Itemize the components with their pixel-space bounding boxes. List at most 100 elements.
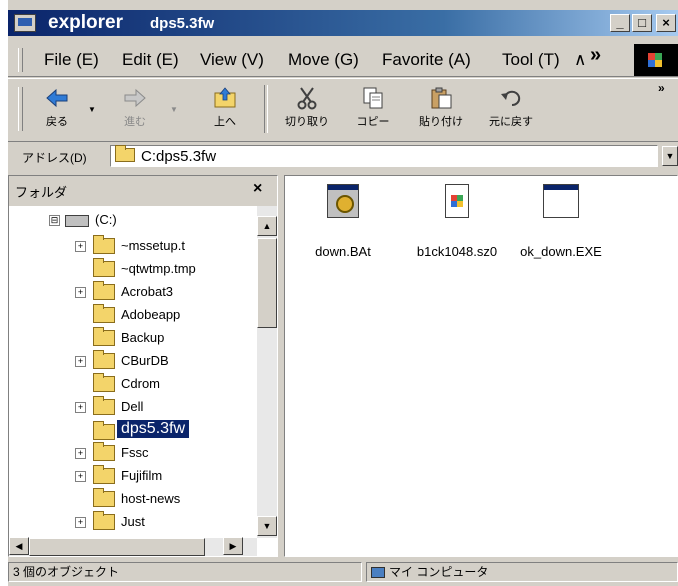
tree-node-fssc[interactable]: + Fssc [9, 442, 257, 465]
scroll-left-button[interactable]: ◀ [9, 537, 29, 555]
forward-dropdown-icon[interactable]: ▼ [170, 105, 178, 114]
undo-icon [501, 90, 521, 106]
file-name: down.BAt [315, 244, 371, 259]
tree-node-label: Backup [121, 330, 165, 345]
tree-node-acrobat3[interactable]: + Acrobat3 [9, 281, 257, 304]
menu-favorite[interactable]: Favorite (A) [382, 50, 471, 70]
tree-node-label: Fujifilm [121, 468, 163, 483]
file-item-ok-down-exe[interactable]: ok_down.EXE [511, 184, 611, 259]
folder-tree-vertical-scrollbar[interactable]: ▲ ▼ [257, 206, 277, 538]
folder-icon [93, 258, 115, 277]
back-button[interactable]: 戻る [30, 83, 84, 135]
paste-button[interactable]: 貼り付け [414, 83, 468, 135]
tree-node-mssetup[interactable]: + ~mssetup.t [9, 235, 257, 258]
menu-more-chevron-icon[interactable]: » [590, 44, 601, 67]
open-folder-icon [93, 421, 115, 440]
folder-pane-close-button[interactable]: × [253, 180, 262, 198]
tree-expander[interactable]: + [75, 356, 86, 367]
window-icon[interactable] [14, 14, 36, 32]
folder-icon [93, 281, 115, 300]
menu-help[interactable]: ∧ [574, 50, 586, 70]
standard-toolbar: 戻る ▼ 進む ▼ 上へ 切り取り コピー 貼り付け 元に戻す » [8, 78, 678, 142]
tree-node-label: (C:) [95, 212, 117, 227]
folder-icon [93, 235, 115, 254]
my-computer-icon [371, 567, 385, 578]
tree-node-qtwtmp[interactable]: ~qtwtmp.tmp [9, 258, 257, 281]
tree-node-cdrom[interactable]: Cdrom [9, 373, 257, 396]
menu-view[interactable]: View (V) [200, 50, 264, 70]
tree-node-just[interactable]: + Just [9, 511, 257, 534]
tree-node-label: Acrobat3 [121, 284, 174, 299]
tree-expander[interactable]: ⊟ [49, 215, 60, 226]
folder-tree-horizontal-scrollbar[interactable]: ◀ ▶ [9, 537, 257, 556]
back-dropdown-icon[interactable]: ▼ [88, 105, 96, 114]
tree-expander[interactable]: + [75, 471, 86, 482]
toolbar-more-chevron-icon[interactable]: » [658, 81, 665, 95]
folder-icon [93, 396, 115, 415]
tree-node-label: Cdrom [121, 376, 161, 391]
tree-node-label: ~qtwtmp.tmp [121, 261, 196, 276]
scroll-right-button[interactable]: ▶ [223, 537, 243, 555]
drive-icon [65, 215, 89, 227]
folder-icon [93, 350, 115, 369]
minimize-button[interactable]: _ [610, 14, 630, 32]
folder-icon [93, 465, 115, 484]
tree-node-dell[interactable]: + Dell [9, 396, 257, 419]
tree-node-cburdb[interactable]: + CBurDB [9, 350, 257, 373]
menu-grip[interactable] [18, 48, 23, 72]
address-input[interactable]: C:dps5.3fw [110, 145, 658, 167]
folder-icon [93, 327, 115, 346]
tree-node-host-news[interactable]: host-news [9, 488, 257, 511]
undo-button[interactable]: 元に戻す [484, 83, 538, 135]
back-label: 戻る [46, 116, 68, 128]
copy-label: コピー [356, 116, 390, 128]
paste-icon [431, 87, 452, 109]
copy-icon [363, 87, 383, 109]
title-bar[interactable]: explorer dps5.3fw _ □ × [8, 10, 678, 36]
menu-move[interactable]: Move (G) [288, 50, 359, 70]
up-folder-icon [214, 87, 236, 108]
tree-expander[interactable]: + [75, 287, 86, 298]
tree-node-backup[interactable]: Backup [9, 327, 257, 350]
tree-node-adobeapp[interactable]: Adobeapp [9, 304, 257, 327]
tree-node-label: host-news [121, 491, 181, 506]
forward-label: 進む [124, 116, 146, 128]
scroll-up-button[interactable]: ▲ [257, 216, 277, 236]
close-button[interactable]: × [656, 14, 676, 32]
tree-expander[interactable]: + [75, 402, 86, 413]
tree-node-label: ~mssetup.t [121, 238, 185, 253]
menu-file[interactable]: File (E) [44, 50, 99, 70]
tree-expander[interactable]: + [75, 241, 86, 252]
menu-bar: File (E) Edit (E) View (V) Move (G) Favo… [8, 44, 678, 77]
status-location: マイ コンピュータ [366, 562, 678, 582]
up-button[interactable]: 上へ [198, 83, 252, 135]
status-location-label: マイ コンピュータ [389, 565, 489, 579]
cut-button[interactable]: 切り取り [280, 83, 334, 135]
tree-node-label: CBurDB [121, 353, 169, 368]
window-title: explorer [48, 12, 123, 33]
file-item-down-bat[interactable]: down.BAt [293, 184, 393, 259]
document-icon [445, 184, 469, 218]
forward-button[interactable]: 進む [108, 83, 162, 135]
tree-node-fujifilm[interactable]: + Fujifilm [9, 465, 257, 488]
horizontal-scroll-thumb[interactable] [29, 538, 205, 556]
menu-edit[interactable]: Edit (E) [122, 50, 179, 70]
menu-tool[interactable]: Tool (T) [502, 50, 560, 70]
file-item-b1ck1048[interactable]: b1ck1048.sz0 [407, 184, 507, 259]
copy-button[interactable]: コピー [346, 83, 400, 135]
tree-expander[interactable]: + [75, 517, 86, 528]
maximize-button[interactable]: □ [632, 14, 652, 32]
tree-node-label: Just [121, 514, 145, 529]
tree-expander[interactable]: + [75, 448, 86, 459]
scroll-thumb[interactable] [257, 238, 277, 328]
scroll-down-button[interactable]: ▼ [257, 516, 277, 536]
scissors-icon [297, 87, 317, 110]
status-object-count: 3 個のオブジェクト [8, 562, 362, 582]
folder-icon [93, 373, 115, 392]
address-dropdown-button[interactable]: ▼ [662, 146, 678, 166]
tree-node-drive-c[interactable]: ⊟ (C:) [9, 210, 257, 232]
toolbar-grip[interactable] [18, 87, 23, 131]
folder-icon [93, 488, 115, 507]
folder-pane: フォルダ × ⊟ (C:) + ~mssetup.t ~qtwtmp.tmp + [8, 175, 278, 557]
tree-node-dps53fw[interactable]: dps5.3fw [9, 420, 257, 442]
